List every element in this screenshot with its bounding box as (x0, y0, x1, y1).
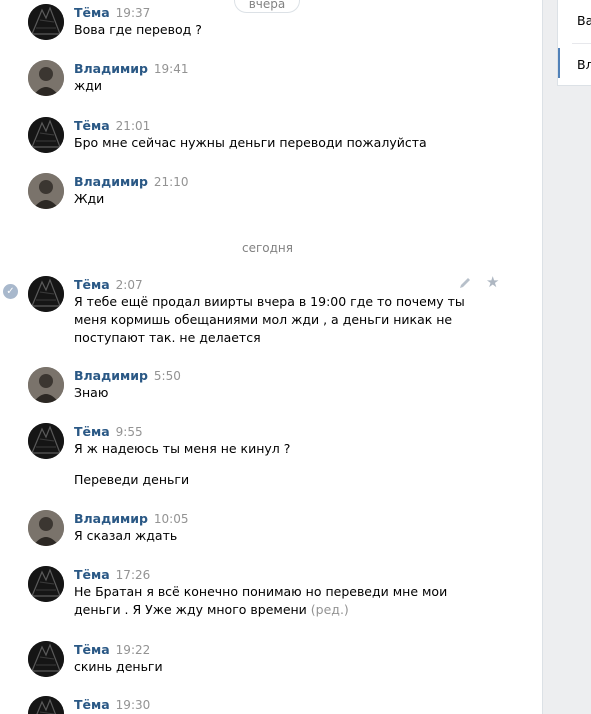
message-time: 19:37 (115, 6, 151, 20)
message-author[interactable]: Тёма (74, 277, 110, 292)
message-time: 17:26 (115, 568, 151, 582)
message-author[interactable]: Владимир (74, 368, 148, 383)
edited-label: (ред.) (310, 602, 349, 617)
message-author[interactable]: Владимир (74, 174, 148, 189)
message-time: 19:22 (115, 643, 151, 657)
date-separator-today: сегодня (242, 241, 293, 255)
message-author[interactable]: Тёма (74, 567, 110, 582)
avatar-vladimir[interactable] (28, 367, 64, 403)
message-text: Я ж надеюсь ты меня не кинул ? (74, 441, 291, 456)
message-author[interactable]: Владимир (74, 511, 148, 526)
message-author[interactable]: Тёма (74, 118, 110, 133)
checkmark-icon[interactable]: ✓ (3, 284, 18, 299)
sidebar-item-conversation[interactable]: Ва (577, 13, 591, 28)
message-author[interactable]: Тёма (74, 424, 110, 439)
message-author[interactable]: Тёма (74, 697, 110, 712)
message-text: жди (74, 78, 103, 93)
avatar-vladimir[interactable] (28, 60, 64, 96)
message-text: скинь деньги (74, 659, 163, 674)
message-time: 19:41 (153, 62, 189, 76)
message-time: 5:50 (153, 369, 181, 383)
message-time: 21:10 (153, 175, 189, 189)
message-text: Не Братан я всё конечно понимаю но перев… (74, 583, 494, 619)
message-time: 9:55 (115, 425, 143, 439)
message-time: 10:05 (153, 512, 189, 526)
avatar-tema[interactable] (28, 4, 64, 40)
message-author[interactable]: Владимир (74, 61, 148, 76)
message-time: 19:30 (115, 698, 151, 712)
message-text: Знаю (74, 385, 109, 400)
avatar-tema[interactable] (28, 696, 64, 714)
avatar-tema[interactable] (28, 117, 64, 153)
avatar-vladimir[interactable] (28, 510, 64, 546)
message-author[interactable]: Тёма (74, 642, 110, 657)
message-text: Вова где перевод ? (74, 22, 202, 37)
avatar-tema[interactable] (28, 566, 64, 602)
divider (572, 43, 591, 44)
avatar-tema[interactable] (28, 276, 64, 312)
message-author[interactable]: Тёма (74, 5, 110, 20)
avatar-tema[interactable] (28, 423, 64, 459)
message-time: 21:01 (115, 119, 151, 133)
message-text: Я тебе ещё продал виирты вчера в 19:00 г… (74, 294, 465, 345)
message-time: 2:07 (115, 278, 143, 292)
message-text: Я сказал ждать (74, 528, 178, 543)
active-indicator (558, 48, 560, 78)
message-text: Бро мне сейчас нужны деньги переводи пож… (74, 135, 427, 150)
message-text: Жди (74, 191, 105, 206)
avatar-tema[interactable] (28, 641, 64, 677)
sidebar-item-active-conversation[interactable]: Вл (577, 57, 591, 72)
avatar-vladimir[interactable] (28, 173, 64, 209)
message-text: Переведи деньги (74, 472, 190, 487)
conversation-sidebar: Ва Вл (557, 0, 591, 86)
chat-history: вчера Тёма 19:37 Вова где перевод ? Влади… (0, 0, 543, 714)
message-text-body: Не Братан я всё конечно понимаю но перев… (74, 584, 448, 617)
